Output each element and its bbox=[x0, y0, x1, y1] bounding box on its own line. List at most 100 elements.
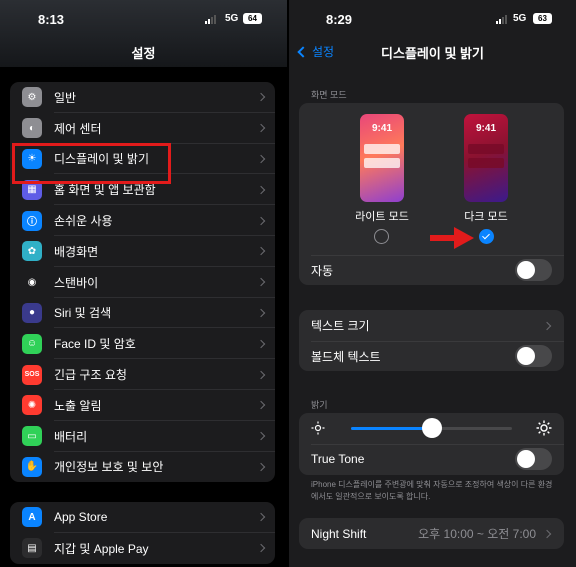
brightness-thumb[interactable] bbox=[421, 418, 442, 438]
signal-icon bbox=[496, 15, 507, 24]
text-card: 텍스트 크기 볼드체 텍스트 bbox=[299, 310, 564, 371]
settings-row[interactable]: ✺ 노출 알림 bbox=[10, 390, 275, 421]
settings-row[interactable]: ✋ 개인정보 보호 및 보안 bbox=[10, 452, 275, 483]
page-title: 설정 bbox=[131, 46, 156, 61]
hand-icon: ✋ bbox=[22, 456, 42, 477]
red-arrow-icon bbox=[430, 227, 474, 249]
settings-row[interactable]: ▤ 지갑 및 Apple Pay bbox=[10, 533, 275, 564]
light-mode-label: 라이트 모드 bbox=[355, 211, 409, 223]
chevron-right-icon bbox=[256, 93, 266, 102]
settings-row[interactable]: ◉ 스탠바이 bbox=[10, 267, 275, 298]
night-shift-card: Night Shift 오후 10:00 ~ 오전 7:00 bbox=[299, 518, 564, 549]
appstore-icon: A bbox=[22, 507, 42, 528]
settings-row[interactable]: ◐ 제어 센터 bbox=[10, 113, 275, 144]
light-mode-radio[interactable] bbox=[374, 229, 389, 244]
chevron-right-icon bbox=[256, 401, 266, 410]
display-brightness-screen: 8:29 5G 63 설정 디스플레이 및 밝기 화면 모드 9:41 9:41… bbox=[289, 0, 576, 567]
true-tone-row: True Tone bbox=[299, 444, 564, 474]
chevron-right-icon bbox=[256, 462, 266, 472]
true-tone-label: True Tone bbox=[311, 452, 365, 466]
night-shift-label: Night Shift bbox=[311, 526, 367, 541]
brightness-track[interactable] bbox=[351, 418, 512, 438]
settings-row-label: 지갑 및 Apple Pay bbox=[54, 541, 149, 556]
dark-mode-radio[interactable] bbox=[479, 229, 494, 244]
chevron-right-icon bbox=[256, 154, 266, 164]
settings-row-label: Face ID 및 암호 bbox=[54, 337, 136, 352]
chevron-right-icon bbox=[256, 123, 266, 133]
settings-row[interactable]: A App Store bbox=[10, 502, 275, 533]
brightness-card: True Tone bbox=[299, 413, 564, 475]
settings-row[interactable]: ▭ 배터리 bbox=[10, 421, 275, 452]
dark-mode-preview[interactable]: 9:41 bbox=[464, 114, 508, 202]
true-tone-toggle[interactable] bbox=[515, 448, 552, 470]
sun-large-icon bbox=[536, 420, 552, 436]
settings-row-label: 제어 센터 bbox=[54, 121, 102, 136]
bold-text-row: 볼드체 텍스트 bbox=[299, 341, 564, 371]
network-label: 5G bbox=[513, 13, 527, 24]
status-bar: 8:13 5G 64 bbox=[0, 0, 287, 40]
chevron-right-icon bbox=[256, 431, 266, 441]
settings-row-label: App Store bbox=[54, 510, 108, 525]
settings-row-label: 노출 알림 bbox=[54, 398, 102, 413]
settings-group-apps: A App Store ▤ 지갑 및 Apple Pay bbox=[10, 502, 275, 564]
wallpaper-icon: ✿ bbox=[22, 241, 42, 262]
chevron-right-icon bbox=[256, 216, 266, 225]
settings-row[interactable]: ⓘ 손쉬운 사용 bbox=[10, 205, 275, 236]
preview-time: 9:41 bbox=[371, 123, 392, 134]
auto-label: 자동 bbox=[311, 263, 334, 278]
toggles-icon: ◐ bbox=[22, 118, 42, 139]
accessibility-icon: ⓘ bbox=[22, 210, 42, 231]
light-mode-preview[interactable]: 9:41 bbox=[360, 114, 404, 202]
preview-time: 9:41 bbox=[475, 123, 496, 134]
siri-icon: ● bbox=[22, 302, 42, 323]
chevron-right-icon bbox=[256, 308, 266, 318]
settings-row-label: 배경화면 bbox=[54, 244, 99, 259]
auto-toggle[interactable] bbox=[515, 259, 552, 281]
signal-icon bbox=[205, 15, 216, 24]
status-time: 8:29 bbox=[326, 12, 353, 27]
battery-icon: 63 bbox=[533, 13, 552, 24]
brightness-slider[interactable] bbox=[311, 413, 552, 443]
sos-icon: SOS bbox=[22, 364, 42, 385]
settings-row-label: 긴급 구조 요청 bbox=[54, 368, 127, 383]
settings-row-label: 일반 bbox=[54, 90, 77, 105]
wallet-icon: ▤ bbox=[22, 538, 42, 559]
chevron-right-icon bbox=[256, 277, 266, 287]
settings-row-label: 손쉬운 사용 bbox=[54, 214, 113, 229]
page-title: 디스플레이 및 밝기 bbox=[381, 46, 484, 61]
battery-icon: ▭ bbox=[22, 426, 42, 447]
settings-row-label: 개인정보 보호 및 보안 bbox=[54, 460, 164, 475]
chevron-right-icon bbox=[256, 513, 266, 522]
bold-text-label: 볼드체 텍스트 bbox=[311, 349, 381, 364]
chevron-right-icon bbox=[542, 529, 552, 538]
chevron-right-icon bbox=[256, 370, 266, 379]
text-size-row[interactable]: 텍스트 크기 bbox=[299, 310, 564, 341]
settings-row[interactable]: ☺ Face ID 및 암호 bbox=[10, 328, 275, 359]
chevron-right-icon bbox=[542, 321, 552, 330]
chevron-right-icon bbox=[256, 543, 266, 553]
exposure-icon: ✺ bbox=[22, 395, 42, 416]
preview-widget bbox=[468, 144, 504, 154]
screen-mode-header: 화면 모드 bbox=[311, 90, 347, 100]
text-size-label: 텍스트 크기 bbox=[311, 319, 370, 333]
preview-widget bbox=[468, 158, 504, 168]
bold-text-toggle[interactable] bbox=[515, 345, 552, 367]
settings-row[interactable]: ✿ 배경화면 bbox=[10, 236, 275, 267]
chevron-right-icon bbox=[256, 339, 266, 349]
chevron-right-icon bbox=[256, 185, 266, 195]
dark-mode-label: 다크 모드 bbox=[464, 211, 508, 223]
highlight-box bbox=[12, 143, 171, 184]
faceid-icon: ☺ bbox=[22, 333, 42, 354]
screen-mode-card: 9:41 9:41 라이트 모드 다크 모드 자동 bbox=[299, 103, 564, 285]
chevron-right-icon bbox=[256, 247, 266, 256]
brightness-header: 밝기 bbox=[311, 400, 328, 410]
sun-small-icon bbox=[311, 421, 325, 435]
settings-row[interactable]: SOS 긴급 구조 요청 bbox=[10, 359, 275, 390]
preview-widget bbox=[364, 144, 400, 154]
night-shift-row[interactable]: Night Shift 오후 10:00 ~ 오전 7:00 bbox=[299, 518, 564, 549]
standby-icon: ◉ bbox=[22, 272, 42, 293]
preview-widget bbox=[364, 158, 400, 168]
settings-row[interactable]: ● Siri 및 검색 bbox=[10, 298, 275, 329]
settings-row[interactable]: ⚙ 일반 bbox=[10, 82, 275, 113]
status-bar: 8:29 5G 63 bbox=[289, 0, 576, 40]
